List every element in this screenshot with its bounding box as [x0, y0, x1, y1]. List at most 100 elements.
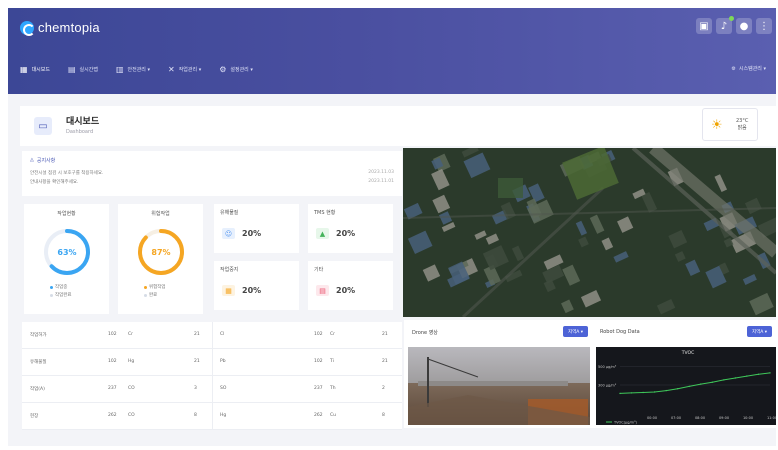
table-cell: CO	[128, 386, 135, 391]
nav-realtime-map[interactable]: ▤ 실시간맵	[68, 65, 98, 74]
stat-value: 20%	[336, 229, 356, 238]
gauge-legend-item: 작업중	[50, 284, 67, 290]
user-icon[interactable]: ●	[736, 18, 752, 34]
gauge-legend-item: 작업완료	[50, 292, 72, 298]
video-image	[408, 347, 590, 425]
gauge-title: 위험작업	[151, 211, 170, 217]
notice-date: 2023.11.01	[368, 179, 394, 184]
more-icon[interactable]: ⋮	[756, 18, 772, 34]
stat-value: 20%	[242, 229, 262, 238]
x-tick-label: 08:00	[695, 416, 705, 420]
legend-label: TVOC(μg/m³)	[613, 421, 637, 425]
legend-label: 완료	[149, 293, 158, 298]
stat-title: TMS 현황	[314, 210, 336, 216]
monitor-icon: ▭	[34, 117, 52, 135]
legend-label: 위험작업	[149, 285, 166, 290]
region-select-button[interactable]: 지역A ▾	[746, 326, 772, 337]
weather-desc: 맑음	[737, 125, 747, 131]
tvoc-chart-svg: TVOC 500 μg/m³ 300 μg/m³ 00:00 07:00 08:00 09:…	[598, 350, 776, 425]
region-select-button[interactable]: 지역A ▾	[562, 326, 588, 337]
stat-title: 기타	[314, 267, 324, 273]
table-cell: 102	[314, 332, 323, 337]
table-cell: 3	[194, 386, 197, 391]
stat-title: 작업중지	[220, 267, 239, 273]
nav-work[interactable]: ✕ 작업관리 ▾	[168, 65, 201, 74]
chart-icon: ▲	[316, 228, 329, 239]
chart-title: TVOC	[681, 350, 694, 356]
top-header: chemtopia ▣ ♪ ● ⋮ ▦ 대시보드 ▤ 실시간맵 ▥ 안전관리 ▾…	[8, 8, 776, 94]
nav-label: 설정관리 ▾	[230, 67, 253, 73]
gauge-card-risk-work[interactable]: 위험작업 87% 위험작업 완료	[118, 204, 203, 314]
gauge-legend-item: 위험작업	[144, 284, 166, 290]
table-row: 작업(A) 237 CO 3 SO 237 Th 2	[22, 376, 402, 403]
table-cell: 2	[382, 386, 385, 391]
table-cell: Pb	[220, 359, 226, 364]
page-subtitle: Dashboard	[66, 129, 94, 135]
table-cell: Cl	[220, 332, 225, 337]
y-tick-label: 500 μg/m³	[598, 365, 617, 369]
tvoc-point	[653, 391, 656, 393]
table-row: 현장 262 CO 8 Hg 262 Cu 8	[22, 403, 402, 430]
table-cell: 262	[314, 413, 323, 418]
header-actions: ▣ ♪ ● ⋮	[696, 16, 772, 34]
calendar-icon: ▦	[222, 285, 235, 296]
nav-label: 작업관리 ▾	[178, 67, 202, 73]
tvoc-point	[734, 377, 737, 379]
nav-safety[interactable]: ▥ 안전관리 ▾	[116, 65, 150, 74]
x-tick-label: 10:00	[743, 416, 753, 420]
bell-icon[interactable]: ♪	[716, 16, 734, 34]
stat-value: 20%	[336, 286, 356, 295]
tools-icon: ✕	[168, 65, 175, 74]
sun-icon: ☀	[711, 118, 723, 133]
gear-icon: ⚙	[219, 65, 227, 74]
main-nav: ▦ 대시보드 ▤ 실시간맵 ▥ 안전관리 ▾ ✕ 작업관리 ▾ ⚙ 설정관리 ▾	[20, 65, 253, 74]
nav-settings[interactable]: ⚙ 설정관리 ▾	[219, 65, 253, 74]
gauge-value: 87%	[151, 248, 170, 257]
megaphone-icon: ◬	[30, 157, 34, 163]
stat-card-hazardous[interactable]: 유해물질 ☺ 20%	[214, 204, 299, 253]
table-cell: Cu	[330, 413, 336, 418]
x-tick-label: 07:00	[671, 416, 681, 420]
drone-video-frame[interactable]	[408, 347, 590, 425]
table-cell: 작업허가	[30, 333, 47, 338]
app-frame: chemtopia ▣ ♪ ● ⋮ ▦ 대시보드 ▤ 실시간맵 ▥ 안전관리 ▾…	[8, 8, 776, 446]
table-cell: 237	[314, 386, 323, 391]
tvoc-point	[688, 385, 690, 388]
gauge-value: 63%	[57, 248, 76, 257]
gauge-card-work-status[interactable]: 작업현황 63% 작업중 작업완료	[24, 204, 109, 314]
tvoc-point	[700, 383, 702, 385]
table-cell: CO	[128, 413, 135, 418]
people-icon: ☺	[222, 228, 235, 239]
button-label: 지역A ▾	[751, 329, 767, 335]
stat-card-tms[interactable]: TMS 현황 ▲ 20%	[308, 204, 393, 253]
notice-label: 공지사항	[36, 158, 56, 164]
tvoc-point	[711, 381, 713, 383]
table-cell: 유해물질	[30, 360, 47, 365]
x-tick-label: 09:00	[719, 416, 729, 420]
table-cell: 102	[108, 332, 117, 337]
drone-video-panel: Drone 영상 지역A ▾	[404, 320, 592, 428]
app-logo[interactable]: chemtopia	[20, 20, 100, 36]
stat-title: 유해물질	[220, 210, 239, 216]
table-cell: Th	[330, 386, 336, 391]
system-menu[interactable]: ⚙ 시스템관리 ▾	[731, 65, 766, 73]
settings-icon: ⚙	[731, 65, 736, 72]
table-cell: SO	[220, 386, 227, 391]
nav-label: 실시간맵	[79, 67, 98, 73]
stat-card-stop[interactable]: 작업중지 ▦ 20%	[214, 261, 299, 310]
table-cell: Cr	[330, 332, 335, 337]
notification-dot	[729, 16, 734, 21]
logo-mark-icon	[20, 20, 35, 36]
monitor-icon[interactable]: ▣	[696, 18, 712, 34]
table-cell: Cr	[128, 332, 133, 337]
tvoc-point	[677, 388, 679, 390]
page-header: ▭ 대시보드 Dashboard	[20, 106, 776, 146]
stat-card-etc[interactable]: 기타 ▤ 20%	[308, 261, 393, 310]
table-cell: 현장	[30, 414, 39, 419]
nav-label: 대시보드	[31, 67, 50, 73]
nav-dashboard[interactable]: ▦ 대시보드	[20, 65, 50, 74]
notice-card[interactable]: ◬ 공지사항 안전시설 점검 시 보호구를 착용하세요. 안내사항을 확인해주세…	[22, 151, 402, 196]
table-cell: 작업(A)	[30, 387, 45, 392]
tvoc-point	[665, 389, 667, 392]
satellite-map[interactable]	[403, 148, 776, 317]
